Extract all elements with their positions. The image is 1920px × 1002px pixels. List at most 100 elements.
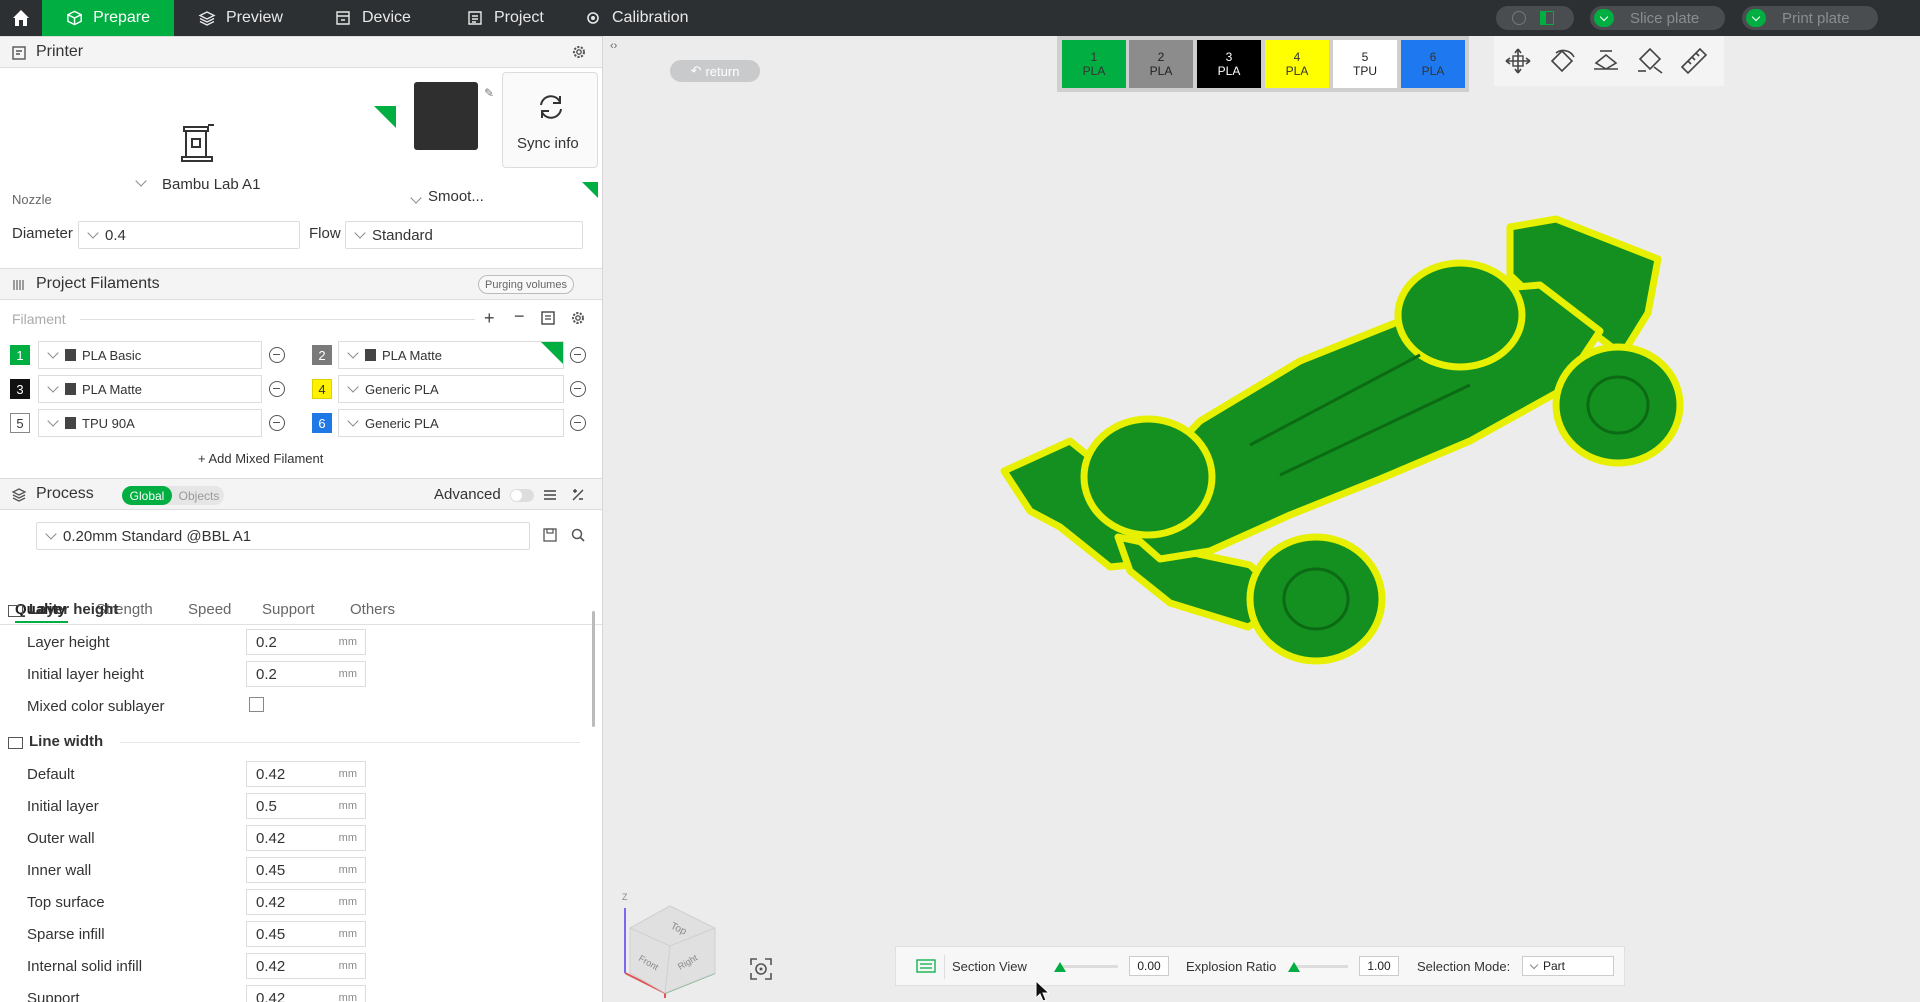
filament-select-3[interactable]: PLA Matte	[38, 375, 262, 403]
save-icon[interactable]	[542, 527, 558, 543]
filament-slot-2[interactable]: 2 PLA	[1129, 40, 1193, 88]
slot-number: 2	[1157, 50, 1165, 64]
tab-support[interactable]: Support	[262, 601, 315, 618]
diameter-select[interactable]: 0.4	[78, 221, 300, 249]
filament-slot-4[interactable]: 4 PLA	[1265, 40, 1329, 88]
layer-height-input[interactable]: 0.2 mm	[246, 629, 366, 655]
default-line-width-input[interactable]: 0.42 mm	[246, 761, 366, 787]
slice-dropdown[interactable]	[1594, 9, 1614, 27]
objects-option[interactable]: Objects	[174, 486, 224, 505]
printer-title: Printer	[36, 43, 84, 60]
measure-icon[interactable]	[1678, 45, 1710, 77]
print-dropdown[interactable]	[1746, 9, 1766, 27]
race-car-model[interactable]	[1000, 215, 1690, 730]
section-view-value[interactable]: 0.00	[1129, 956, 1169, 976]
filament-select-1[interactable]: PLA Basic	[38, 341, 262, 369]
explosion-ratio-value[interactable]: 1.00	[1359, 956, 1399, 976]
view-cube[interactable]: Top Front Right Z	[620, 888, 720, 998]
tab-prepare[interactable]: Prepare	[42, 0, 174, 36]
unit-label: mm	[338, 864, 357, 876]
slider-handle[interactable]	[1054, 962, 1066, 972]
remove-filament-icon[interactable]	[269, 415, 285, 431]
sparse-infill-line-width-input[interactable]: 0.45 mm	[246, 921, 366, 947]
process-preset-select[interactable]: 0.20mm Standard @BBL A1	[36, 522, 530, 550]
support-line-width-input[interactable]: 0.42 mm	[246, 985, 366, 1002]
add-mixed-filament-button[interactable]: + Add Mixed Filament	[198, 451, 323, 466]
plate-selector[interactable]: ✎ Smoot...	[410, 82, 494, 205]
selection-mode-select[interactable]: Part	[1522, 956, 1614, 976]
gear-icon[interactable]	[570, 310, 586, 326]
remove-filament-icon[interactable]	[269, 347, 285, 363]
filament-color-swatch[interactable]: 6	[312, 413, 332, 433]
remove-filament-icon[interactable]	[570, 381, 586, 397]
slider-handle[interactable]	[1288, 962, 1300, 972]
section-view-slider[interactable]	[1054, 962, 1118, 972]
filament-color-swatch[interactable]: 3	[10, 379, 30, 399]
filament-select-4[interactable]: Generic PLA	[338, 375, 564, 403]
search-icon[interactable]	[570, 527, 586, 543]
filament-color-swatch[interactable]: 5	[10, 413, 30, 433]
outer-wall-line-width-input[interactable]: 0.42 mm	[246, 825, 366, 851]
filament-slot-strip: 1 PLA 2 PLA 3 PLA 4 PLA 5 TPU 6 PLA	[1057, 36, 1469, 92]
mixed-sublayer-checkbox[interactable]	[249, 697, 264, 712]
remove-filament-icon[interactable]	[269, 381, 285, 397]
printer-icon	[12, 46, 26, 60]
tab-speed[interactable]: Speed	[188, 601, 231, 618]
rotate-icon[interactable]	[1546, 45, 1578, 77]
move-icon[interactable]	[1502, 45, 1534, 77]
tab-others[interactable]: Others	[350, 601, 395, 618]
global-option[interactable]: Global	[122, 486, 172, 505]
gear-icon[interactable]	[571, 44, 587, 60]
tab-calibration[interactable]: Calibration	[560, 0, 712, 36]
add-icon[interactable]: +	[484, 308, 495, 329]
purging-volumes-button[interactable]: Purging volumes	[478, 275, 574, 294]
param-value: 0.5	[256, 797, 277, 815]
zoom-to-fit-icon[interactable]	[748, 956, 774, 982]
return-button[interactable]: ↶ return	[670, 60, 760, 82]
tab-project[interactable]: Project	[442, 0, 568, 36]
sync-info-button[interactable]: Sync info	[502, 72, 598, 168]
inner-wall-line-width-input[interactable]: 0.45 mm	[246, 857, 366, 883]
tab-device[interactable]: Device	[310, 0, 435, 36]
remove-filament-icon[interactable]	[570, 347, 586, 363]
advanced-toggle[interactable]	[510, 489, 534, 502]
remove-filament-icon[interactable]	[570, 415, 586, 431]
filament-slot-5[interactable]: 5 TPU	[1333, 40, 1397, 88]
edit-icon[interactable]: ✎	[484, 86, 494, 100]
filament-slot-6[interactable]: 6 PLA	[1401, 40, 1465, 88]
initial-layer-height-input[interactable]: 0.2 mm	[246, 661, 366, 687]
keyboard-icon[interactable]	[916, 959, 936, 973]
view-toggle[interactable]	[1496, 6, 1574, 30]
remove-icon[interactable]: −	[514, 306, 525, 327]
filament-slot-1[interactable]: 1 PLA	[1062, 40, 1126, 88]
filament-select-2[interactable]: PLA Matte	[338, 341, 564, 369]
compare-icon[interactable]	[570, 487, 586, 503]
printer-selector[interactable]: Bambu Lab A1	[0, 69, 400, 197]
paint-bucket-icon[interactable]	[1634, 45, 1666, 77]
home-button[interactable]	[0, 0, 42, 36]
filament-color-swatch[interactable]: 4	[312, 379, 332, 399]
diameter-value: 0.4	[105, 226, 126, 244]
filament-select-6[interactable]: Generic PLA	[338, 409, 564, 437]
scrollbar[interactable]	[592, 611, 595, 727]
place-face-icon[interactable]	[1590, 45, 1622, 77]
unit-label: mm	[338, 928, 357, 940]
top-surface-line-width-input[interactable]: 0.42 mm	[246, 889, 366, 915]
global-objects-toggle[interactable]: Global Objects	[122, 486, 224, 505]
internal-solid-infill-line-width-input[interactable]: 0.42 mm	[246, 953, 366, 979]
initial-layer-line-width-input[interactable]: 0.5 mm	[246, 793, 366, 819]
chevron-down-icon	[87, 227, 99, 239]
collapse-panel-icon[interactable]: ‹›	[610, 40, 617, 52]
tab-label: Calibration	[612, 9, 689, 26]
tab-preview[interactable]: Preview	[174, 0, 307, 36]
list-icon[interactable]	[542, 487, 558, 503]
auto-fill-icon[interactable]	[540, 310, 558, 326]
filament-color-swatch[interactable]: 1	[10, 345, 30, 365]
filament-slot-3[interactable]: 3 PLA	[1197, 40, 1261, 88]
print-plate-button[interactable]: Print plate	[1742, 6, 1878, 30]
explosion-ratio-slider[interactable]	[1288, 962, 1348, 972]
filament-select-5[interactable]: TPU 90A	[38, 409, 262, 437]
filament-color-swatch[interactable]: 2	[312, 345, 332, 365]
flow-select[interactable]: Standard	[345, 221, 583, 249]
slice-plate-button[interactable]: Slice plate	[1590, 6, 1725, 30]
